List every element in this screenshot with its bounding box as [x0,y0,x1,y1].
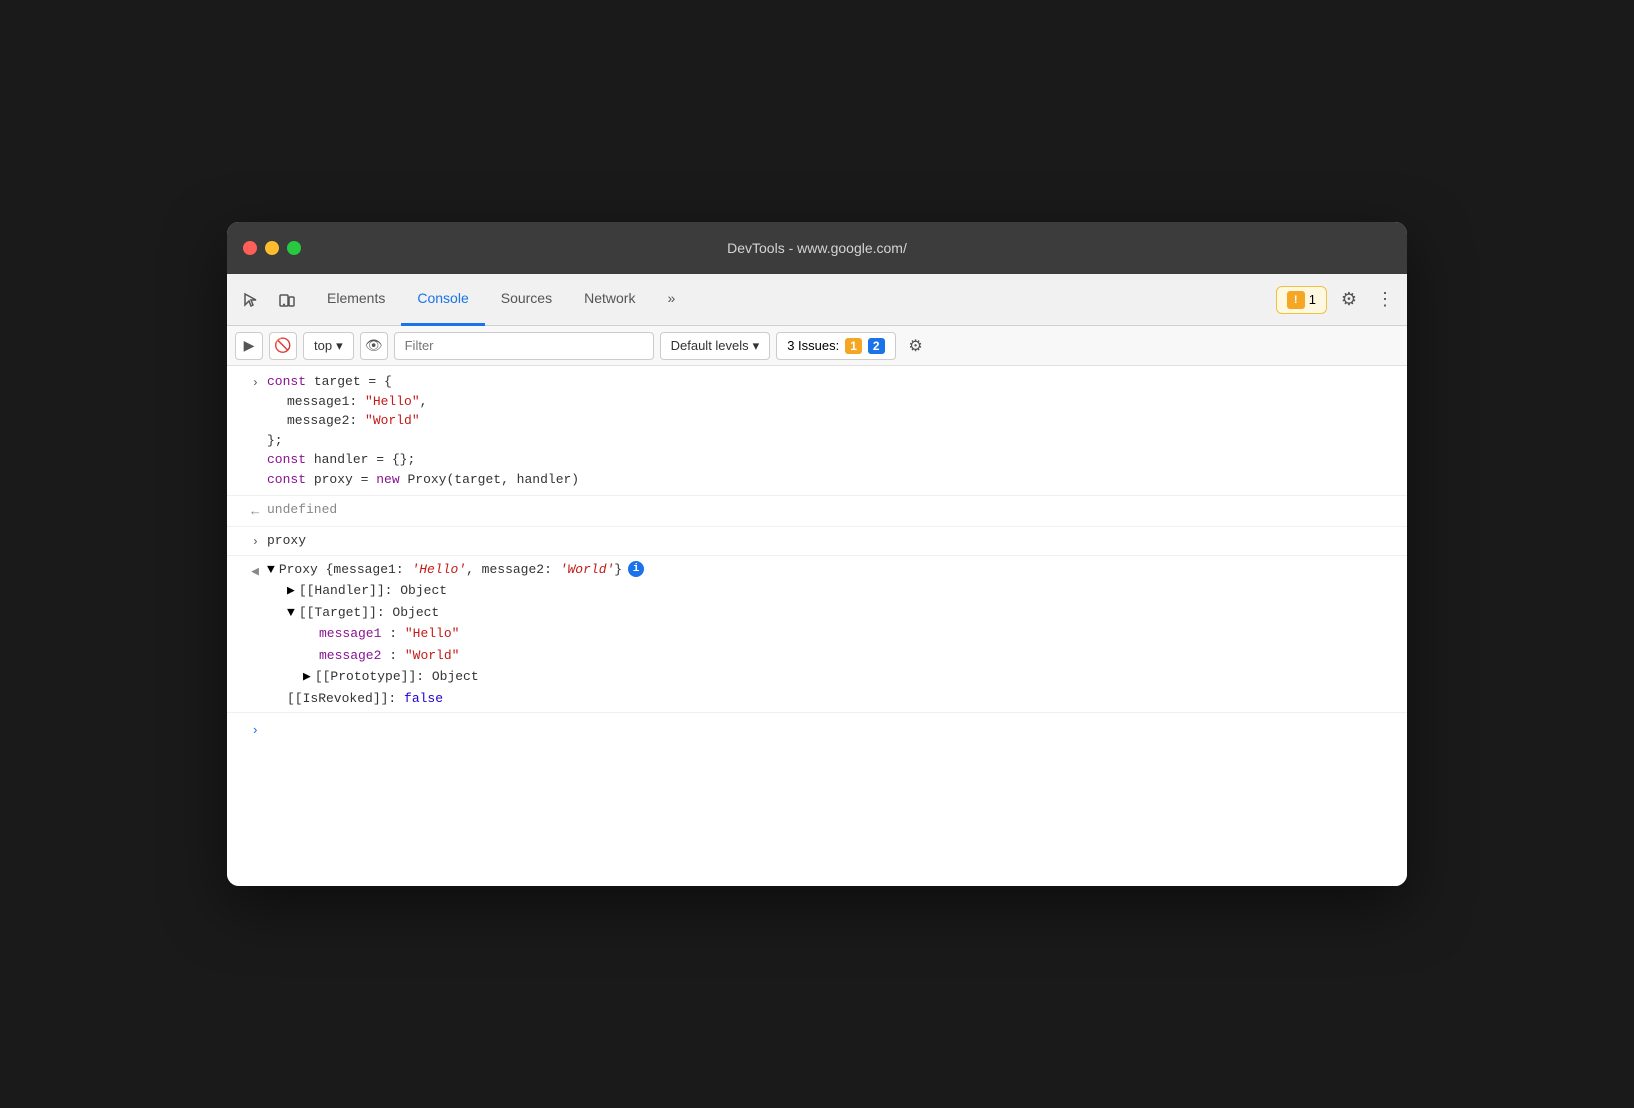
issues-text: 3 Issues: [787,338,839,353]
inspect-icon[interactable] [235,284,267,316]
toolbar-icons [235,284,303,316]
entry-undefined-text: undefined [267,500,1399,520]
devtools-window: DevTools - www.google.com/ Elements [227,222,1407,886]
chevron-down-icon-levels: ▾ [753,338,760,354]
tab-sources[interactable]: Sources [485,274,568,326]
more-button[interactable]: ⋮ [1371,286,1399,314]
tab-elements[interactable]: Elements [311,274,401,326]
warn-count-badge: 1 [845,338,862,354]
console-entry-proxy-output: ◀ ▼ Proxy {message1: 'Hello' , message2:… [227,556,1407,714]
collapse-arrow-proxy[interactable]: ◀ [227,560,267,582]
issues-count: 1 [1309,292,1316,307]
chevron-down-icon: ▾ [336,338,343,354]
nav-tabs: Elements Console Sources Network » [311,274,1276,326]
tab-network[interactable]: Network [568,274,651,326]
console-toolbar: ▶ 🚫 top ▾ 👁 Default levels ▾ 3 Issues: 1… [227,326,1407,366]
console-settings-button[interactable]: ⚙ [902,332,930,360]
default-levels-label: Default levels [671,338,749,353]
default-levels-dropdown[interactable]: Default levels ▾ [660,332,771,360]
traffic-lights [243,241,301,255]
toolbar-right: ! 1 ⚙ ⋮ [1276,286,1399,314]
tab-console[interactable]: Console [401,274,484,326]
minimize-button[interactable] [265,241,279,255]
info-count-badge: 2 [868,338,885,354]
main-toolbar: Elements Console Sources Network » ! 1 ⚙… [227,274,1407,326]
context-dropdown[interactable]: top ▾ [303,332,354,360]
console-input-line: › [227,713,1407,749]
input-prompt: › [227,721,267,741]
proxy-output-content: ▼ Proxy {message1: 'Hello' , message2: '… [267,560,1399,709]
settings-button[interactable]: ⚙ [1335,286,1363,314]
eye-button[interactable]: 👁 [360,332,388,360]
close-button[interactable] [243,241,257,255]
maximize-button[interactable] [287,241,301,255]
warn-icon: ! [1287,291,1305,309]
clear-errors-button[interactable]: 🚫 [269,332,297,360]
expand-arrow-1[interactable]: › [227,372,267,392]
caret-down-proxy[interactable]: ▼ [267,560,275,580]
proxy-info-icon[interactable]: i [628,561,644,577]
window-title: DevTools - www.google.com/ [727,240,907,256]
console-entry-input-1: › const target = { message1: "Hello", me… [227,366,1407,496]
run-scripts-button[interactable]: ▶ [235,332,263,360]
titlebar: DevTools - www.google.com/ [227,222,1407,274]
console-entry-proxy-input: › proxy [227,527,1407,556]
caret-right-prototype[interactable]: ▶ [303,667,311,687]
caret-down-target[interactable]: ▼ [287,603,295,623]
issues-badge[interactable]: ! 1 [1276,286,1327,314]
filter-input[interactable] [394,332,654,360]
run-icon: ▶ [244,337,255,354]
tab-more[interactable]: » [651,274,691,326]
entry-proxy-text: proxy [267,531,1399,551]
console-content: › const target = { message1: "Hello", me… [227,366,1407,886]
context-label: top [314,338,332,353]
entry-content-1: const target = { message1: "Hello", mess… [267,372,1399,489]
caret-right-handler[interactable]: ▶ [287,581,295,601]
expand-arrow-2[interactable]: › [227,531,267,551]
return-arrow-1: ← [227,500,267,522]
device-toolbar-icon[interactable] [271,284,303,316]
block-icon: 🚫 [274,337,291,354]
console-entry-undefined: ← undefined [227,496,1407,527]
issues-count-badge[interactable]: 3 Issues: 1 2 [776,332,895,360]
eye-icon: 👁 [365,337,383,354]
